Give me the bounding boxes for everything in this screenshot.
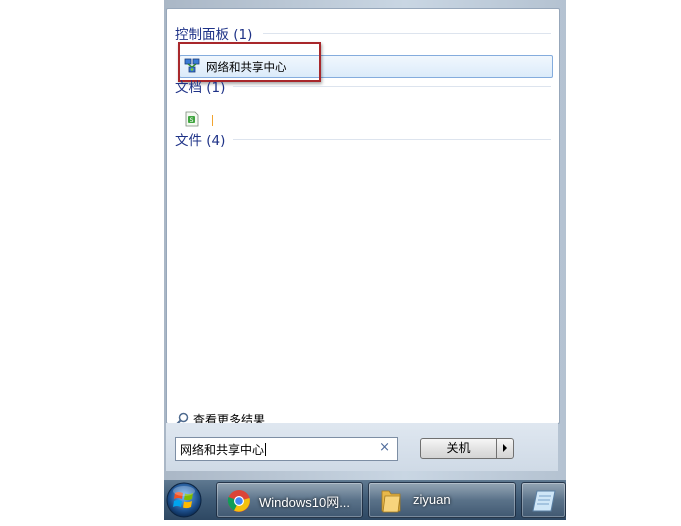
shutdown-button[interactable]: 关机 xyxy=(420,438,497,459)
chrome-icon xyxy=(227,490,250,512)
section-header-documents[interactable]: 文档 (1) xyxy=(175,76,225,96)
search-input-text: 网络和共享中心 xyxy=(180,443,265,457)
svg-text:S: S xyxy=(190,117,194,124)
windows-orb-icon[interactable] xyxy=(164,480,212,520)
section-divider xyxy=(233,139,551,140)
document-icon[interactable]: S xyxy=(185,111,199,127)
menu-bottom-bar: 网络和共享中心 × 关机 xyxy=(166,423,558,471)
section-header-control-panel[interactable]: 控制面板 (1) xyxy=(175,23,252,43)
taskbar: Windows10网... ziyuan xyxy=(164,480,566,520)
search-input-value: 网络和共享中心 xyxy=(180,441,267,458)
taskbar-item-label: Windows10网... xyxy=(259,495,351,510)
document-name-placeholder xyxy=(212,115,213,126)
taskbar-item-chrome[interactable]: Windows10网... xyxy=(216,482,363,518)
clear-search-icon[interactable]: × xyxy=(379,440,390,455)
section-divider xyxy=(263,33,551,34)
taskbar-item-folder[interactable]: ziyuan xyxy=(368,482,516,518)
section-divider xyxy=(233,86,551,87)
notepad-icon xyxy=(532,490,556,512)
taskbar-item-notepad[interactable] xyxy=(521,482,566,518)
section-header-files[interactable]: 文件 (4) xyxy=(175,129,225,149)
text-caret xyxy=(265,443,267,456)
search-input[interactable]: 网络和共享中心 × xyxy=(175,437,398,461)
start-menu: 控制面板 (1) 网络和共享中心 文档 (1) S 文件 (4) 查看更多结果 … xyxy=(164,0,566,480)
search-results-pane: 控制面板 (1) 网络和共享中心 文档 (1) S 文件 (4) 查看更多结果 xyxy=(166,8,560,427)
shutdown-options-arrow[interactable] xyxy=(496,438,514,459)
folder-icon xyxy=(381,490,401,513)
taskbar-item-label: ziyuan xyxy=(413,492,451,507)
